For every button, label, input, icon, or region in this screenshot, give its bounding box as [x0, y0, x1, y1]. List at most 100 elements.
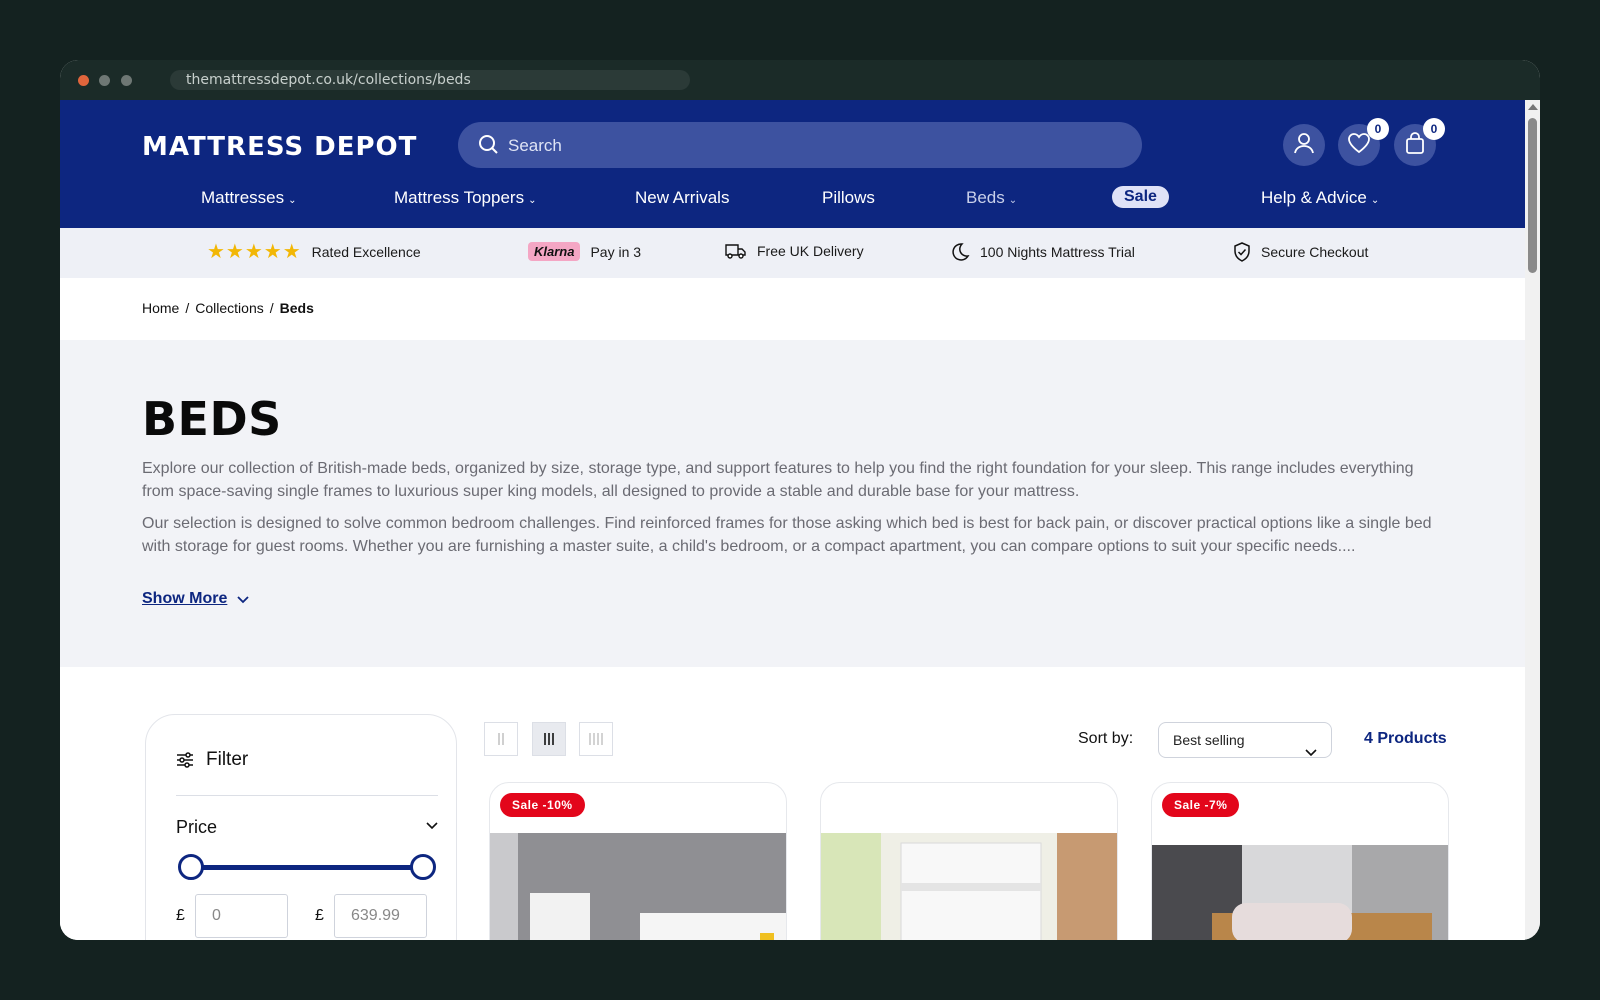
search-icon: [478, 134, 500, 161]
moon-icon: [952, 243, 970, 261]
breadcrumb-collections[interactable]: Collections: [195, 300, 263, 316]
site-logo[interactable]: MATTRESS DEPOT: [142, 132, 417, 162]
breadcrumb-home[interactable]: Home: [142, 300, 179, 316]
nav-sale[interactable]: Sale: [1112, 186, 1169, 208]
nav-pillows[interactable]: Pillows: [822, 188, 875, 208]
nav-new-arrivals[interactable]: New Arrivals: [635, 188, 729, 208]
page-viewport: MATTRESS DEPOT 0: [60, 100, 1525, 940]
scroll-up-arrow-icon[interactable]: [1528, 104, 1538, 110]
price-filter-title[interactable]: Price: [176, 817, 217, 838]
main-nav: Mattresses ⌄ Mattress Toppers ⌄ New Arriva…: [60, 186, 1525, 212]
search-input[interactable]: [506, 122, 1110, 170]
trust-secure: Secure Checkout: [1233, 242, 1368, 262]
nav-label: Mattresses: [201, 188, 285, 207]
trust-delivery-text: Free UK Delivery: [757, 243, 864, 259]
product-card[interactable]: Sale -7%: [1151, 782, 1449, 940]
product-image[interactable]: [1152, 833, 1448, 940]
filter-sliders-icon: [176, 751, 194, 774]
page-title: BEDS: [142, 392, 282, 446]
trust-bar: ★★★★★ Rated Excellence Klarna Pay in 3 F…: [60, 228, 1525, 278]
chevron-down-icon: [1305, 736, 1317, 770]
sale-badge: Sale -10%: [500, 793, 585, 817]
sale-badge: Sale -7%: [1162, 793, 1240, 817]
price-range-track[interactable]: [190, 865, 422, 870]
breadcrumb-separator: /: [269, 300, 274, 316]
collection-main: Filter Price £ 0 £ 639.99 Sort by: Best …: [60, 667, 1525, 940]
price-min-input[interactable]: 0: [195, 894, 288, 938]
sort-select[interactable]: Best selling: [1158, 722, 1332, 758]
grid-3-icon: [544, 733, 554, 745]
user-icon: [1293, 132, 1315, 159]
breadcrumb: Home / Collections / Beds: [60, 278, 1525, 340]
product-card[interactable]: [820, 782, 1118, 940]
price-min-handle[interactable]: [178, 854, 204, 880]
minimize-window-button[interactable]: [99, 75, 110, 86]
wishlist-button[interactable]: 0: [1338, 118, 1389, 166]
collection-hero: BEDS Explore our collection of British-m…: [60, 340, 1525, 667]
trust-trial: 100 Nights Mattress Trial: [950, 242, 1135, 262]
grid-2-icon: [498, 733, 504, 745]
grid-4-icon: [589, 733, 603, 745]
account-button[interactable]: [1283, 124, 1325, 166]
scrollbar-thumb[interactable]: [1528, 118, 1537, 273]
trust-secure-text: Secure Checkout: [1261, 244, 1369, 260]
product-count: 4 Products: [1364, 730, 1447, 747]
price-max-handle[interactable]: [410, 854, 436, 880]
price-max-input[interactable]: 639.99: [334, 894, 427, 938]
nav-beds[interactable]: Beds ⌄: [966, 188, 1017, 208]
heart-icon: [1347, 132, 1371, 159]
maximize-window-button[interactable]: [121, 75, 132, 86]
grid-4-columns-button[interactable]: [579, 722, 613, 756]
cart-count-badge: 0: [1423, 118, 1445, 140]
collection-description-more: Our selection is designed to solve commo…: [142, 515, 1432, 555]
show-more-link[interactable]: Show More: [142, 590, 227, 608]
grid-2-columns-button[interactable]: [484, 722, 518, 756]
klarna-logo: Klarna: [528, 242, 581, 261]
nav-label: Pillows: [822, 188, 875, 207]
sort-select-value: Best selling: [1173, 732, 1245, 748]
page-scrollbar[interactable]: [1525, 100, 1540, 940]
nav-label: Help & Advice: [1261, 188, 1367, 207]
chevron-down-icon: ⌄: [528, 195, 537, 206]
chevron-down-icon[interactable]: [426, 817, 438, 835]
wishlist-count-badge: 0: [1367, 118, 1389, 140]
search-bar[interactable]: [458, 122, 1142, 170]
close-window-button[interactable]: [78, 75, 89, 86]
trust-rating: ★★★★★ Rated Excellence: [207, 239, 421, 264]
product-image[interactable]: [490, 833, 786, 940]
trust-pay-text: Pay in 3: [590, 243, 642, 260]
nav-mattresses[interactable]: Mattresses ⌄: [201, 188, 297, 208]
nav-label: Sale: [1124, 188, 1157, 205]
grid-3-columns-button[interactable]: [532, 722, 566, 756]
browser-window: themattressdepot.co.uk/collections/beds …: [60, 60, 1540, 940]
trust-rating-text: Rated Excellence: [311, 243, 421, 260]
breadcrumb-separator: /: [185, 300, 190, 316]
trust-trial-text: 100 Nights Mattress Trial: [980, 244, 1135, 260]
nav-help-advice[interactable]: Help & Advice ⌄: [1261, 188, 1379, 208]
delivery-truck-icon: [725, 244, 746, 259]
nav-mattress-toppers[interactable]: Mattress Toppers ⌄: [394, 188, 536, 208]
currency-symbol: £: [176, 907, 185, 924]
chevron-down-icon[interactable]: [236, 593, 250, 611]
nav-label: New Arrivals: [635, 188, 730, 207]
filter-panel: Filter Price £ 0 £ 639.99: [145, 714, 457, 940]
browser-chrome: themattressdepot.co.uk/collections/beds: [60, 60, 1540, 100]
sort-label: Sort by:: [1078, 730, 1134, 747]
filter-title: Filter: [206, 749, 249, 770]
star-rating-icon: ★★★★★: [207, 241, 302, 263]
shopping-bag-icon: [1404, 131, 1426, 160]
product-image[interactable]: [821, 833, 1117, 940]
collection-toolbar: Sort by: Best selling 4 Products: [484, 722, 1525, 758]
product-card[interactable]: Sale -10%: [489, 782, 787, 940]
trust-delivery: Free UK Delivery: [725, 242, 864, 260]
chevron-down-icon: ⌄: [1008, 195, 1018, 206]
address-bar[interactable]: themattressdepot.co.uk/collections/beds: [170, 70, 690, 90]
breadcrumb-current: Beds: [279, 300, 314, 316]
trust-klarna: Klarna Pay in 3: [528, 242, 641, 261]
chevron-down-icon: ⌄: [1370, 195, 1380, 206]
nav-label: Mattress Toppers: [394, 188, 525, 207]
cart-button[interactable]: 0: [1394, 118, 1445, 166]
divider: [176, 795, 438, 796]
chevron-down-icon: ⌄: [288, 195, 297, 206]
nav-label: Beds: [966, 188, 1005, 207]
